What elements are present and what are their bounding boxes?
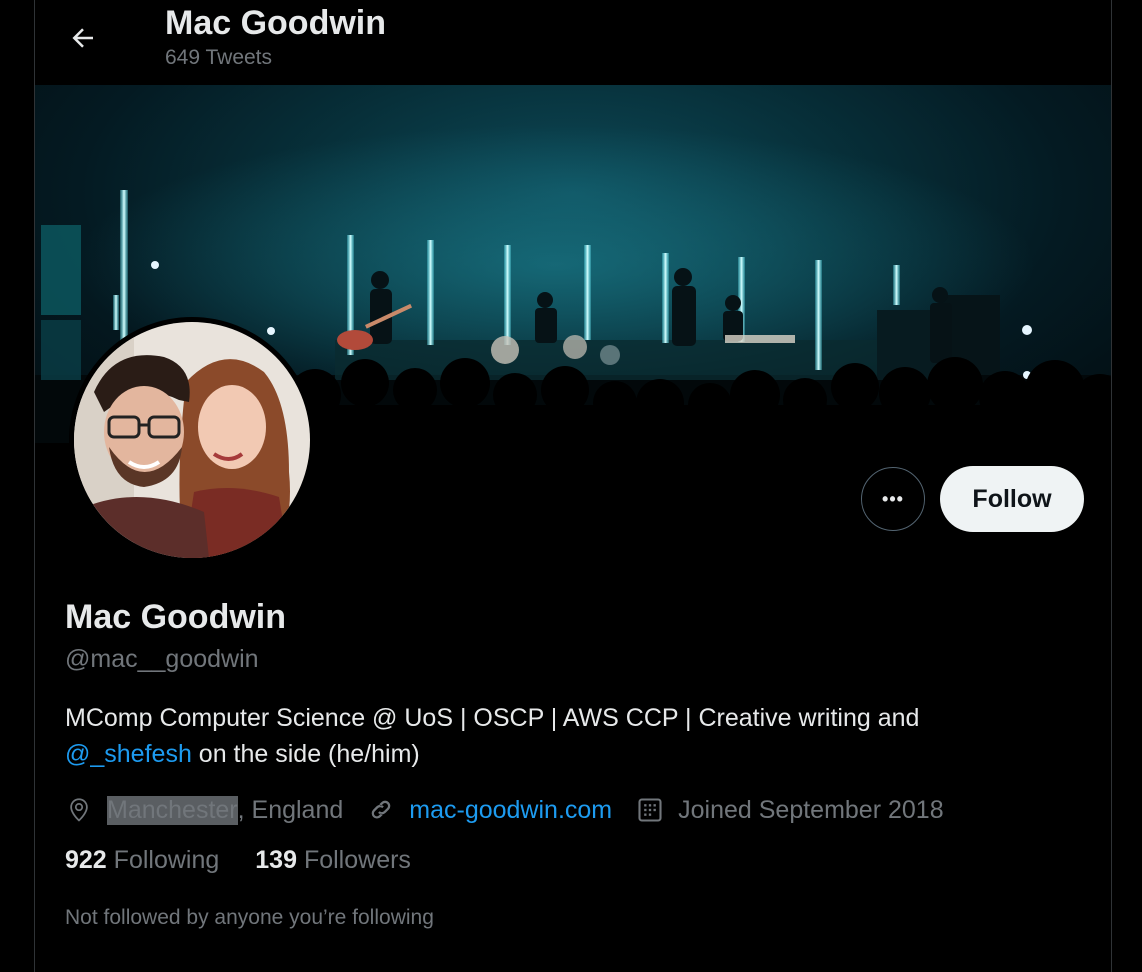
- profile-avatar[interactable]: [69, 317, 315, 563]
- follow-stats: 922 Following 139 Followers: [65, 846, 447, 875]
- link-icon: [371, 800, 391, 819]
- following-label: Following: [113, 846, 220, 874]
- profile-bio: MComp Computer Science @ UoS | OSCP | AW…: [65, 700, 1065, 772]
- bio-line-1: MComp Computer Science @ UoS | OSCP | AW…: [65, 704, 920, 732]
- follow-button[interactable]: Follow: [940, 466, 1084, 532]
- profile-meta: Manchester, England mac-goodwin.com Join…: [65, 790, 968, 830]
- header-title: Mac Goodwin: [165, 4, 386, 42]
- back-button[interactable]: [61, 16, 105, 60]
- location-city: Manchester: [107, 795, 238, 825]
- more-options-button[interactable]: •••: [861, 467, 925, 531]
- following-link[interactable]: 922 Following: [65, 846, 219, 875]
- profile-header: Mac Goodwin 649 Tweets: [35, 0, 1111, 85]
- bio-line-2: @_shefesh on the side (he/him): [65, 736, 1065, 772]
- profile-handle: @mac__goodwin: [65, 645, 259, 673]
- arrow-left-icon: [72, 28, 93, 48]
- location-region: , England: [237, 795, 344, 824]
- avatar-photo: [74, 322, 310, 558]
- following-count: 922: [65, 846, 107, 874]
- location-pin-icon: [70, 798, 88, 822]
- not-followed-notice: Not followed by anyone you’re following: [65, 906, 434, 929]
- calendar-icon: [638, 798, 662, 822]
- more-options-icon: •••: [882, 488, 904, 509]
- profile-column: Mac Goodwin 649 Tweets ••• Follow Mac Go…: [34, 0, 1112, 972]
- joined-date: Joined September 2018: [678, 795, 944, 824]
- bio-line-2-text: on the side (he/him): [191, 740, 420, 768]
- followers-label: Followers: [303, 846, 411, 874]
- website-link[interactable]: mac-goodwin.com: [409, 796, 612, 825]
- website-item: mac-goodwin.com: [367, 796, 612, 825]
- location-item: Manchester, England: [65, 795, 344, 825]
- joined-item: Joined September 2018: [636, 795, 944, 825]
- tweets-count: 649 Tweets: [165, 46, 273, 69]
- bio-mention-link[interactable]: @_shefesh: [65, 740, 192, 768]
- profile-name: Mac Goodwin: [65, 598, 286, 636]
- followers-count: 139: [255, 846, 297, 874]
- followers-link[interactable]: 139 Followers: [255, 846, 411, 875]
